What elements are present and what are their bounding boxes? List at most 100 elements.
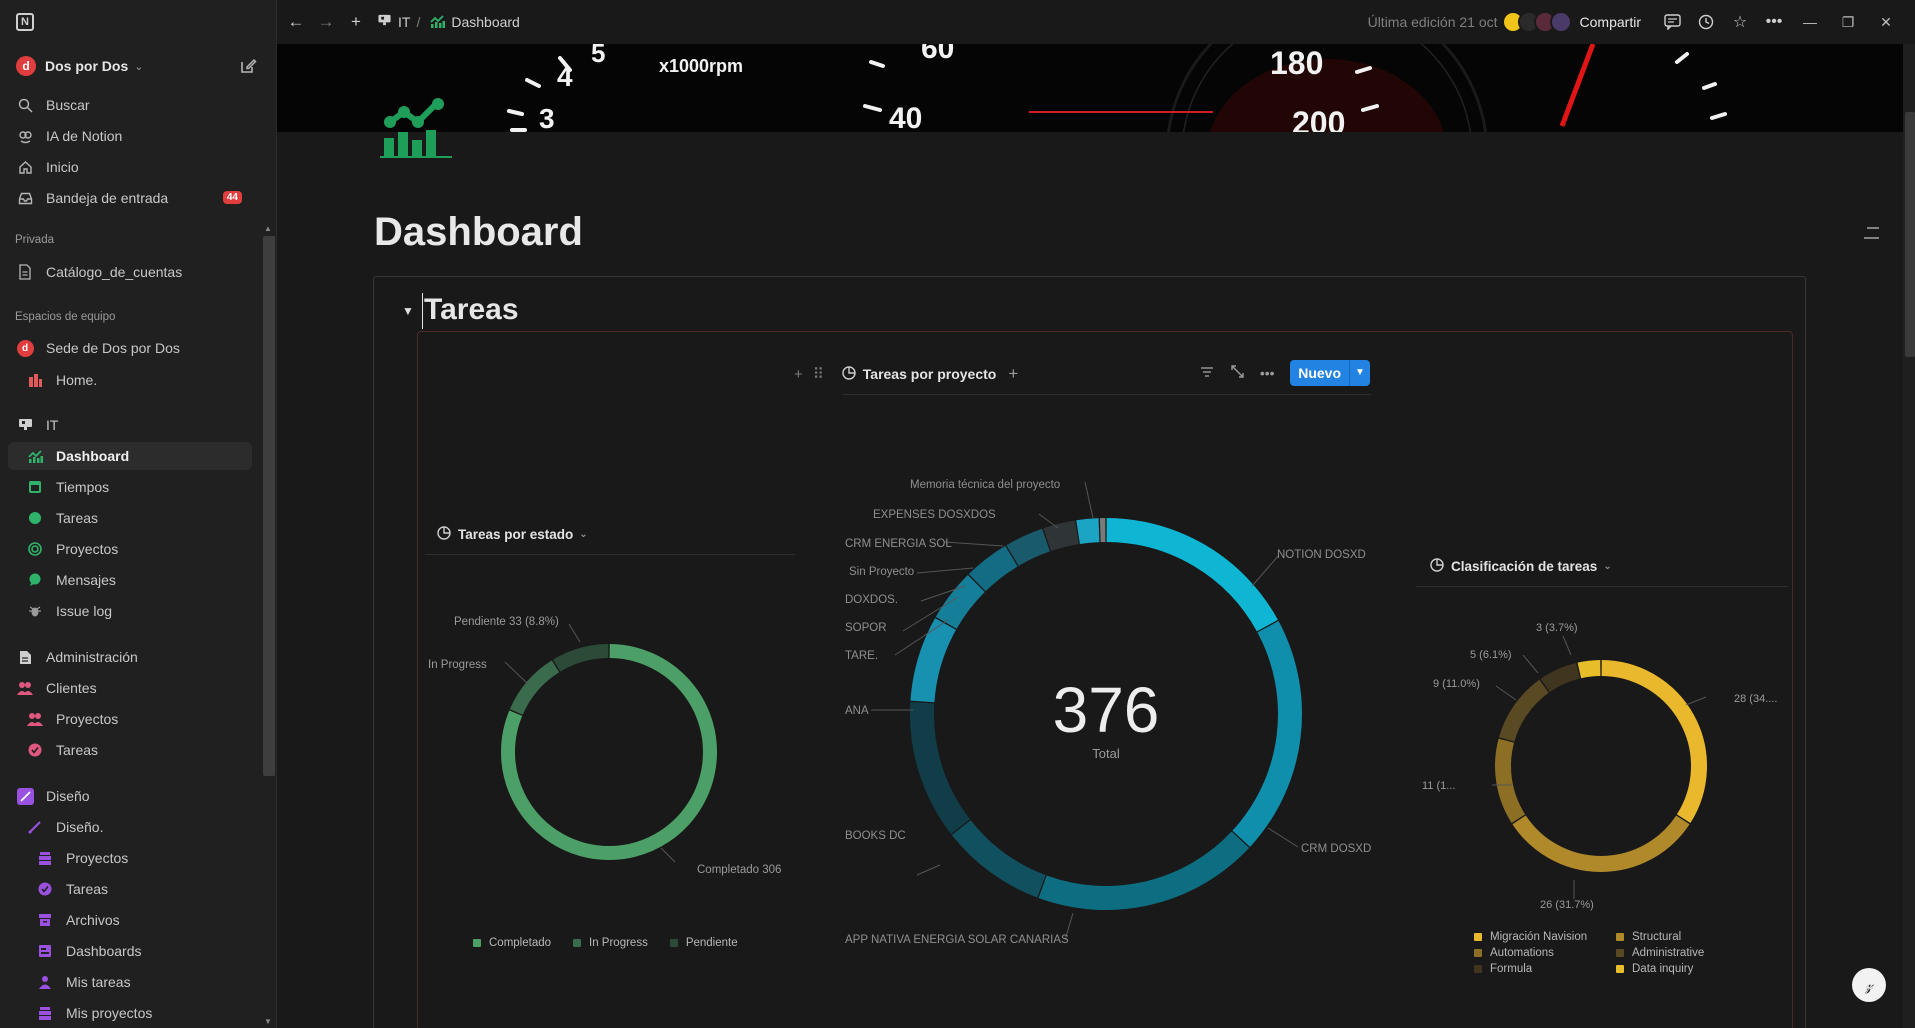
notion-logo-icon[interactable]: N [16,13,34,31]
star-favorite-icon[interactable]: ☆ [1729,11,1751,33]
workspace-switcher[interactable]: d Dos por Dos ⌄ [8,52,266,80]
restore-window-icon[interactable]: ❐ [1829,14,1867,31]
donut-slice-books-dc[interactable] [951,820,1046,898]
new-entry-button[interactable]: Nuevo ▼ [1290,360,1370,386]
more-options-icon[interactable]: ••• [1256,365,1278,381]
plus-icon[interactable]: + [345,12,367,32]
scroll-down-arrow-icon[interactable]: ▼ [264,1017,272,1026]
donut-slice-crm-dosxd[interactable] [1232,621,1302,847]
label-tare: TARE. [845,650,878,662]
donut-chart-clasificacion[interactable]: 3 (3.7%) 5 (6.1%) 9 (11.0%) 11 (1... 26 … [1416,615,1788,915]
donut-slice-sin-proyecto[interactable] [1006,528,1051,566]
legend-item[interactable]: Migración Navision [1474,931,1594,943]
breadcrumb-item-it[interactable]: IT [398,14,410,30]
donut-slice-administrative[interactable] [1498,679,1549,742]
drag-handle-icon[interactable]: ⠿ [813,365,824,383]
sidebar-item-tareas-clientes[interactable]: Tareas [8,736,252,764]
more-options-icon[interactable]: ••• [1763,11,1785,33]
sidebar-item-mensajes[interactable]: Mensajes [8,566,252,594]
legend-item[interactable]: In Progress [573,937,648,949]
sidebar-item-mis-tareas[interactable]: Mis tareas [8,968,252,996]
notion-ai-assistant-button[interactable]: 𝓏 [1852,968,1886,1002]
legend-item[interactable]: Structural [1616,931,1714,943]
donut-slice-automations[interactable] [1495,738,1526,823]
share-button[interactable]: Compartir [1580,14,1641,30]
sidebar-item-issue-log[interactable]: Issue log [8,597,252,625]
sidebar-item-dashboard[interactable]: Dashboard [8,442,252,470]
donut-slice-data-inquiry[interactable] [1577,660,1601,679]
donut-chart-estado[interactable]: Pendiente 33 (8.8%) In Progress Completa… [425,600,795,900]
sidebar-item-diseno-dot[interactable]: Diseño. [8,813,252,841]
toggle-triangle-icon[interactable]: ▼ [402,304,414,318]
sidebar-item-catalogo[interactable]: Catálogo_de_cuentas [8,258,252,286]
sidebar-item-tareas-diseno[interactable]: Tareas [8,875,252,903]
sidebar-item-search[interactable]: Buscar [8,91,252,119]
new-page-icon[interactable] [238,56,258,76]
donut-slice-pendiente[interactable] [553,644,609,672]
legend-item[interactable]: Completado [473,937,551,949]
donut-slice-ana[interactable] [910,701,971,834]
section-heading-tareas[interactable]: Tareas [424,293,519,327]
collaborator-avatars[interactable] [1501,11,1572,33]
legend-item[interactable]: Formula [1474,963,1594,975]
sidebar-item-it[interactable]: IT [8,411,252,439]
page-title[interactable]: Dashboard [374,210,583,255]
page-cover-image[interactable]: 5 4 3 x1000rpm 60 40 180 200 [277,44,1903,132]
avatar[interactable] [1549,11,1572,33]
main-scrollbar-thumb[interactable] [1905,112,1915,357]
chevron-down-icon[interactable]: ⌄ [1603,561,1611,572]
donut-slice-app-nativa-energia-solar-canarias[interactable] [1038,831,1250,910]
donut-slice-doxdos-[interactable] [968,545,1018,592]
donut-slice-migraci-n-navision[interactable] [1601,660,1707,823]
back-arrow-icon[interactable]: ← [285,12,307,32]
sidebar-item-notion-ai[interactable]: IA de Notion [8,122,252,150]
sidebar-item-proyectos-diseno[interactable]: Proyectos [8,844,252,872]
scroll-up-arrow-icon[interactable]: ▲ [264,224,272,233]
sidebar-item-archivos[interactable]: Archivos [8,906,252,934]
sidebar-item-home-team[interactable]: Home. [8,366,252,394]
donut-slice-expenses-dosxdos[interactable] [1076,518,1100,545]
legend-item[interactable]: Administrative [1616,947,1714,959]
comments-icon[interactable] [1661,11,1683,33]
sidebar-item-sede[interactable]: d Sede de Dos por Dos [8,334,252,362]
sidebar-item-inbox[interactable]: Bandeja de entrada 44 [8,184,252,212]
sidebar-item-tareas-it[interactable]: Tareas [8,504,252,532]
legend-item[interactable]: Data inquiry [1616,963,1714,975]
legend-item[interactable]: Automations [1474,947,1594,959]
donut-slice-sopor[interactable] [935,574,985,630]
view-tab-tareas-por-proyecto[interactable]: Tareas por proyecto [842,365,996,383]
sidebar-item-tiempos[interactable]: Tiempos [8,473,252,501]
sidebar-item-proyectos-it[interactable]: Proyectos [8,535,252,563]
sidebar-item-proyectos-clientes[interactable]: Proyectos [8,705,252,733]
add-block-icon[interactable]: + [794,366,803,383]
donut-slice-structural[interactable] [1512,815,1690,872]
sidebar-item-home[interactable]: Inicio [8,153,252,181]
sidebar-item-clientes[interactable]: Clientes [8,674,252,702]
widget-title-clasificacion[interactable]: Clasificación de tareas ⌄ [1430,558,1612,575]
sidebar-item-dashboards[interactable]: Dashboards [8,937,252,965]
legend-item[interactable]: Pendiente [669,937,738,949]
forward-arrow-icon[interactable]: → [315,12,337,32]
donut-slice-crm-energia-sol[interactable] [1043,520,1079,552]
sidebar-item-mis-proyectos[interactable]: Mis proyectos [8,999,252,1027]
donut-slice-in-progress[interactable] [509,660,560,715]
filter-icon[interactable] [1196,365,1218,381]
history-clock-icon[interactable] [1695,11,1717,33]
expand-icon[interactable] [1226,365,1248,381]
donut-chart-proyecto[interactable]: Memoria técnica del proyecto EXPENSES DO… [843,470,1373,960]
minimize-window-icon[interactable]: — [1791,14,1829,30]
page-icon-chart[interactable] [380,98,452,158]
chevron-down-icon[interactable]: ▼ [1350,360,1370,386]
sidebar-scrollbar[interactable] [263,236,275,776]
close-window-icon[interactable]: ✕ [1867,14,1905,31]
breadcrumb-item-dashboard[interactable]: Dashboard [451,14,520,30]
sidebar-item-administracion[interactable]: Administración [8,643,252,671]
donut-slice-notion-dosxd[interactable] [1106,518,1278,632]
chevron-down-icon[interactable]: ⌄ [579,529,587,540]
donut-slice-tare-[interactable] [910,618,957,703]
sidebar-item-diseno[interactable]: Diseño [8,782,252,810]
add-view-icon[interactable]: + [1008,364,1018,384]
widget-title-estado[interactable]: Tareas por estado ⌄ [437,526,588,543]
table-of-contents-icon[interactable] [1863,225,1879,246]
donut-slice-formula[interactable] [1540,662,1581,693]
